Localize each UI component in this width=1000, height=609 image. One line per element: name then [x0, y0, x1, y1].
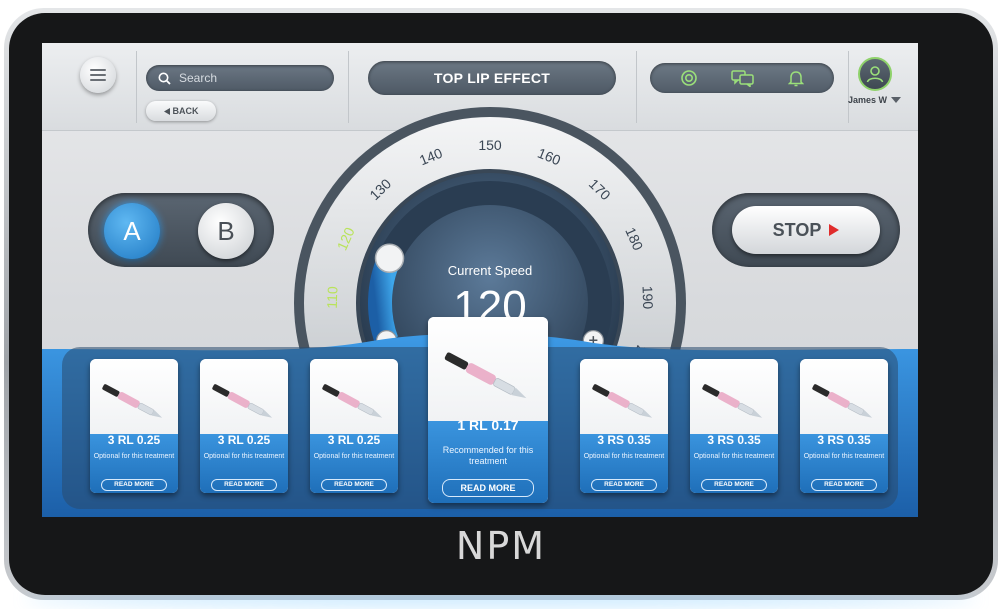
cartridge-name: 3 RL 0.25 — [107, 433, 161, 447]
back-label: BACK — [172, 106, 199, 116]
program-a-button[interactable]: A — [104, 203, 160, 259]
divider — [848, 51, 849, 123]
divider — [136, 51, 137, 123]
program-b-button[interactable]: B — [198, 203, 254, 259]
hamburger-icon-line — [90, 79, 106, 81]
search-input[interactable] — [179, 71, 319, 85]
user-menu[interactable]: James W — [848, 95, 902, 105]
stop-button[interactable]: STOP — [732, 206, 880, 254]
tablet-device: BACK TOP LIP EFFECT James W A B — [4, 8, 998, 606]
read-more-button[interactable]: READ MORE — [700, 479, 768, 491]
cartridge-list: 3 RL 0.25 Optional for this treatment RE… — [66, 317, 906, 503]
hamburger-icon-line — [90, 74, 106, 76]
chat-icon[interactable] — [731, 69, 755, 87]
cartridge-name: 3 RS 0.35 — [707, 433, 761, 447]
read-more-button[interactable]: READ MORE — [320, 479, 388, 491]
stop-label: STOP — [772, 219, 822, 240]
menu-button[interactable] — [80, 57, 116, 93]
back-button[interactable]: BACK — [146, 101, 216, 121]
read-more-button[interactable]: READ MORE — [442, 479, 534, 497]
cartridge-note: Optional for this treatment — [93, 453, 175, 460]
cartridge-name: 3 RS 0.35 — [597, 433, 651, 447]
search-box[interactable] — [146, 65, 334, 91]
cartridge-card[interactable]: 3 RS 0.35 Optional for this treatment RE… — [690, 359, 778, 493]
user-name: James W — [848, 95, 888, 105]
app-screen: BACK TOP LIP EFFECT James W A B — [42, 43, 918, 517]
cartridge-name: 3 RL 0.25 — [217, 433, 271, 447]
stop-control: STOP — [712, 193, 900, 267]
cartridge-name: 3 RS 0.35 — [817, 433, 871, 447]
gauge-tick-label: 150 — [478, 137, 502, 153]
gauge-caption: Current Speed — [448, 263, 533, 278]
user-avatar[interactable] — [858, 57, 892, 91]
cartridge-name: 1 RL 0.17 — [457, 417, 519, 433]
program-toggle: A B — [88, 193, 274, 267]
bell-icon[interactable] — [787, 69, 804, 87]
treatment-title: TOP LIP EFFECT — [368, 61, 616, 95]
cartridge-name: 3 RL 0.25 — [327, 433, 381, 447]
read-more-button[interactable]: READ MORE — [100, 479, 168, 491]
speed-slider-handle[interactable] — [374, 243, 405, 274]
settings-icon[interactable] — [680, 69, 698, 87]
cartridge-note: Optional for this treatment — [693, 453, 775, 460]
read-more-button[interactable]: READ MORE — [210, 479, 278, 491]
chevron-down-icon — [891, 97, 902, 103]
cartridge-note: Optional for this treatment — [203, 453, 285, 460]
gauge-tick-label: 190 — [640, 286, 657, 310]
cartridge-card[interactable]: 3 RL 0.25 Optional for this treatment RE… — [310, 359, 398, 493]
cartridge-card-recommended[interactable]: 1 RL 0.17 Recommended for this treatment… — [428, 317, 548, 503]
action-icons — [650, 63, 834, 93]
hamburger-icon — [90, 69, 106, 71]
search-icon — [158, 72, 171, 85]
cartridge-note: Recommended for this treatment — [442, 445, 534, 466]
back-arrow-icon — [163, 107, 170, 115]
user-icon — [866, 66, 884, 83]
read-more-button[interactable]: READ MORE — [590, 479, 658, 491]
cartridge-card[interactable]: 3 RL 0.25 Optional for this treatment RE… — [90, 359, 178, 493]
cartridge-note: Optional for this treatment — [583, 453, 665, 460]
cartridge-card[interactable]: 3 RL 0.25 Optional for this treatment RE… — [200, 359, 288, 493]
gauge-tick-label: 110 — [324, 286, 341, 309]
cartridge-note: Optional for this treatment — [803, 453, 885, 460]
play-arrow-icon — [829, 224, 840, 236]
brand-logo: NPM — [455, 524, 547, 568]
cartridge-note: Optional for this treatment — [313, 453, 395, 460]
cartridge-card[interactable]: 3 RS 0.35 Optional for this treatment RE… — [580, 359, 668, 493]
cartridge-card[interactable]: 3 RS 0.35 Optional for this treatment RE… — [800, 359, 888, 493]
read-more-button[interactable]: READ MORE — [810, 479, 878, 491]
